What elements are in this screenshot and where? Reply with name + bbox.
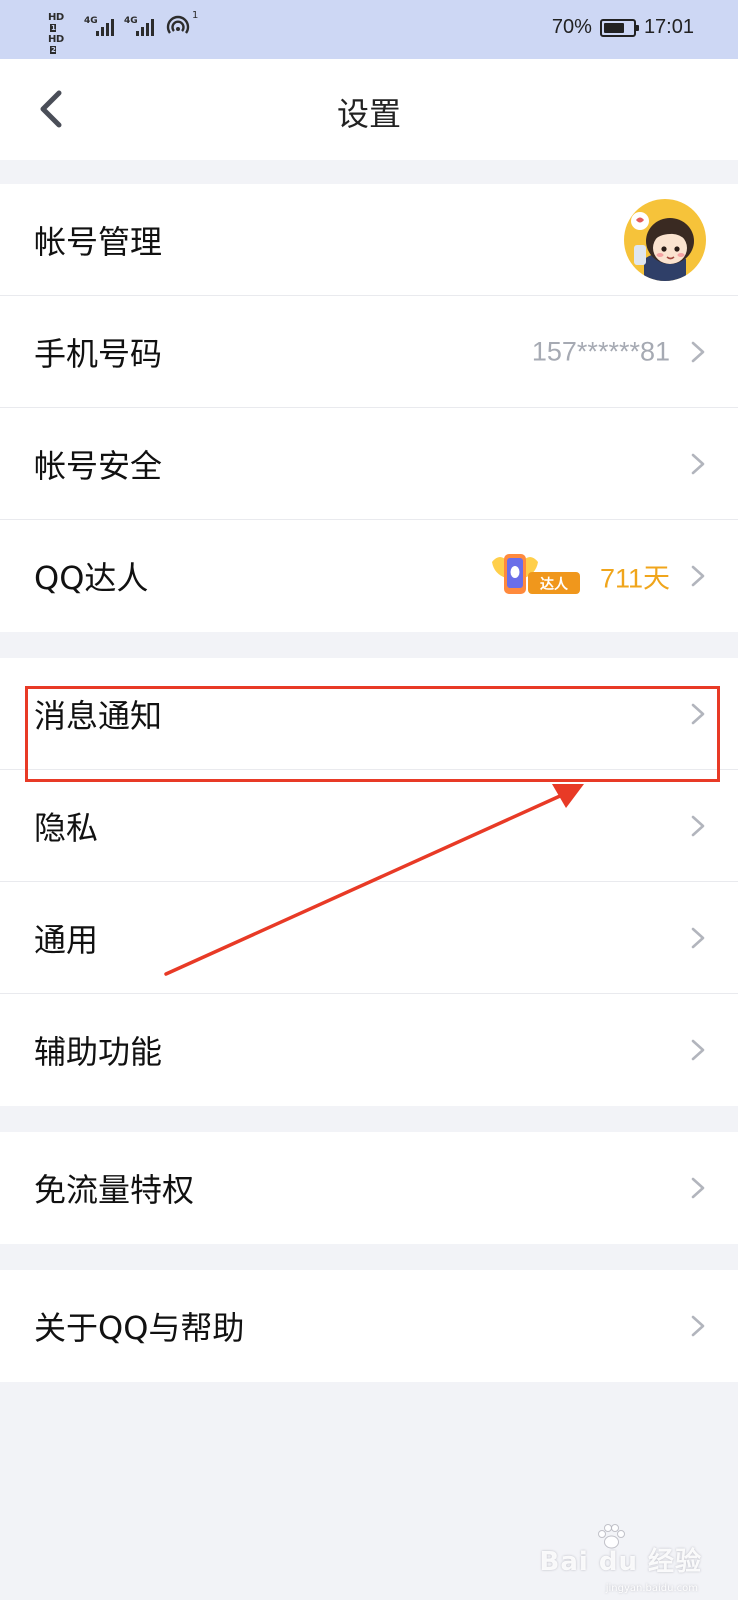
battery-icon <box>599 18 639 37</box>
battery-fill <box>603 22 624 33</box>
hd-indicator-2: HD2 <box>48 34 64 54</box>
settings-item-qq-daren[interactable]: QQ达人 达人 711天 <box>0 520 738 632</box>
settings-group-about: 关于QQ与帮助 <box>0 1270 738 1382</box>
chevron-right-icon <box>691 1315 705 1337</box>
chevron-right-icon <box>691 565 705 587</box>
settings-item-label: 免流量特权 <box>34 1171 195 1209</box>
chevron-right-icon <box>691 703 705 724</box>
settings-group-general: 消息通知 隐私 通用 辅助功能 <box>0 658 738 1106</box>
settings-group-data: 免流量特权 <box>0 1132 738 1244</box>
settings-item-account-security[interactable]: 帐号安全 <box>0 408 738 520</box>
chevron-right-icon <box>691 1039 705 1061</box>
settings-item-label: 关于QQ与帮助 <box>34 1309 245 1347</box>
signal-2-icon <box>136 16 154 36</box>
settings-item-privacy[interactable]: 隐私 <box>0 770 738 882</box>
settings-item-accessibility[interactable]: 辅助功能 <box>0 994 738 1106</box>
settings-item-label: 辅助功能 <box>34 1033 163 1071</box>
daren-days-value: 711天 <box>599 563 670 594</box>
settings-item-label: 帐号安全 <box>34 446 163 485</box>
chevron-right-icon <box>691 453 705 474</box>
settings-item-label: 手机号码 <box>34 334 163 373</box>
settings-item-label: 消息通知 <box>34 696 163 735</box>
chevron-right-icon <box>691 341 705 362</box>
hotspot-count: 1 <box>192 10 199 21</box>
avatar <box>624 199 706 281</box>
settings-item-label: 通用 <box>34 920 99 959</box>
settings-item-message-notification[interactable]: 消息通知 <box>0 658 738 770</box>
settings-item-phone-number[interactable]: 手机号码 157******81 <box>0 296 738 408</box>
battery-percent: 70% <box>551 16 592 38</box>
status-right: 70% 17:01 <box>552 16 694 39</box>
signal-1-icon <box>96 16 114 36</box>
status-bar: HD1 HD2 4G 4G 1 70% 17:01 <box>0 0 738 59</box>
settings-item-general[interactable]: 通用 <box>0 882 738 994</box>
nav-bar: 设置 <box>0 59 738 160</box>
settings-group-account: 帐号管理 手机号码 157******81 帐号安全 QQ达人 达人 711天 <box>0 184 738 632</box>
watermark-brand: Bai du 经验 <box>539 1547 702 1577</box>
chevron-right-icon <box>691 815 705 836</box>
chevron-right-icon <box>691 1177 705 1199</box>
settings-item-label: 帐号管理 <box>34 222 163 261</box>
settings-item-label: 隐私 <box>34 808 99 847</box>
daren-badge-icon: 达人 <box>492 554 580 594</box>
clock: 17:01 <box>643 16 694 38</box>
page-title: 设置 <box>336 95 401 133</box>
settings-item-account-management[interactable]: 帐号管理 <box>0 184 738 296</box>
watermark-url: jingyan.baidu.com <box>605 1583 698 1594</box>
daren-badge-text: 达人 <box>540 576 569 593</box>
settings-item-label: QQ达人 <box>34 559 149 597</box>
phone-number-value: 157******81 <box>531 336 670 366</box>
hd-indicator-1: HD1 <box>48 12 64 32</box>
chevron-right-icon <box>691 927 705 948</box>
settings-item-about-help[interactable]: 关于QQ与帮助 <box>0 1270 738 1382</box>
hotspot-icon <box>166 15 190 34</box>
settings-item-free-data[interactable]: 免流量特权 <box>0 1132 738 1244</box>
avatar-image <box>624 199 706 281</box>
